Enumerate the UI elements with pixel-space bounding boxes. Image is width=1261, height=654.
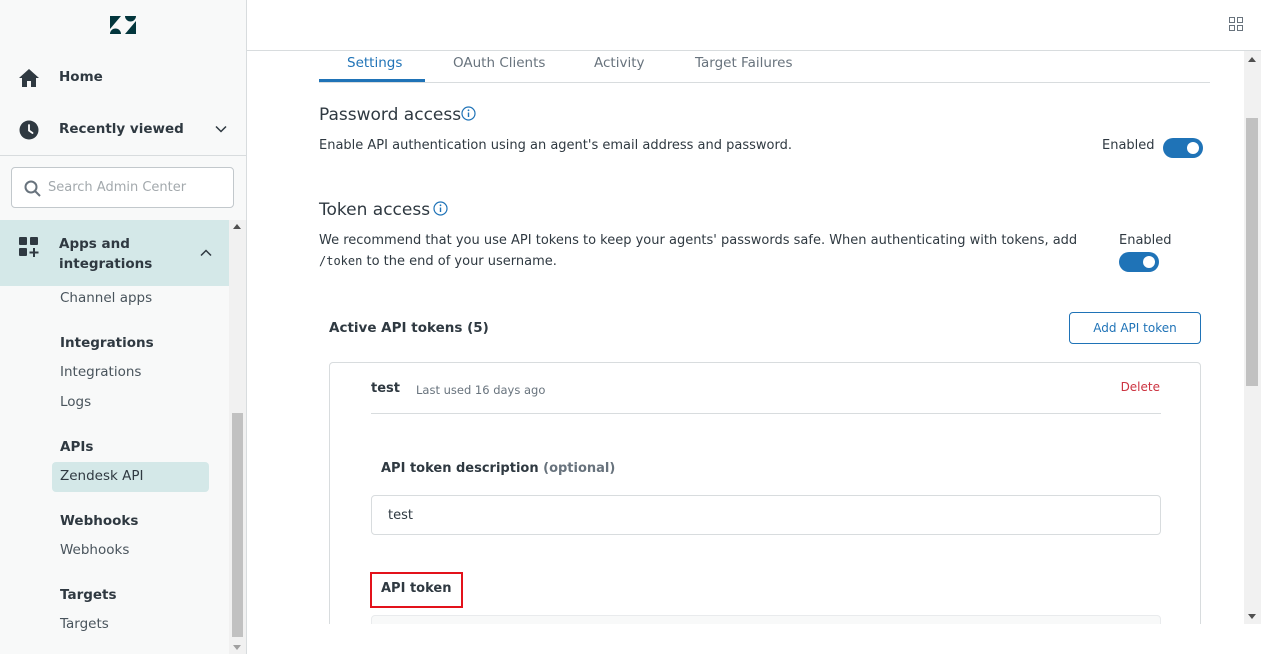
apps-icon — [19, 237, 39, 257]
password-access-title: Password access — [319, 105, 462, 125]
password-access-status: Enabled — [1102, 138, 1155, 153]
sidebar-scrollbar[interactable] — [229, 220, 246, 654]
api-token-card: test Last used 16 days ago Delete API to… — [329, 362, 1201, 624]
delete-token-link[interactable]: Delete — [1121, 380, 1160, 394]
nav-home[interactable]: Home — [0, 57, 246, 97]
nav-apps-and-integrations-label: Apps and integrations — [59, 236, 153, 272]
api-token-value-field[interactable] — [371, 615, 1161, 624]
token-access-description-post: to the end of your username. — [362, 254, 557, 269]
sidebar-divider — [0, 155, 246, 156]
search-admin-center[interactable] — [11, 167, 234, 208]
tab-oauth-clients[interactable]: OAuth Clients — [453, 55, 545, 71]
token-description-label: API token description (optional) — [381, 461, 615, 476]
sidebar-item-channel-apps[interactable]: Channel apps — [60, 290, 152, 306]
nav-home-label: Home — [59, 69, 103, 85]
sidebar-heading-webhooks: Webhooks — [60, 513, 139, 529]
main-content: Settings OAuth Clients Activity Target F… — [247, 51, 1244, 624]
sidebar-item-zendesk-api-label: Zendesk API — [60, 468, 144, 484]
scrollbar-thumb[interactable] — [232, 413, 243, 637]
toggle-knob — [1187, 142, 1199, 154]
info-icon[interactable] — [433, 201, 448, 216]
tab-settings[interactable]: Settings — [347, 55, 402, 71]
search-icon — [24, 180, 41, 197]
sidebar-item-targets[interactable]: Targets — [60, 616, 109, 632]
sidebar-item-webhooks[interactable]: Webhooks — [60, 542, 129, 558]
toggle-knob — [1143, 256, 1155, 268]
sidebar-heading-integrations: Integrations — [60, 335, 154, 351]
sidebar-heading-apis: APIs — [60, 439, 94, 455]
nav-recently-viewed[interactable]: Recently viewed — [0, 109, 246, 149]
token-access-toggle[interactable] — [1119, 252, 1159, 272]
token-card-divider — [371, 413, 1161, 414]
api-token-label: API token — [381, 581, 452, 596]
nav-recently-viewed-label: Recently viewed — [59, 121, 184, 137]
chevron-down-icon[interactable] — [214, 122, 228, 136]
home-icon — [19, 69, 39, 87]
password-access-description: Enable API authentication using an agent… — [319, 138, 792, 153]
search-input[interactable] — [48, 168, 228, 207]
sidebar-item-zendesk-api[interactable]: Zendesk API — [52, 462, 209, 492]
token-access-title: Token access — [319, 200, 431, 220]
active-api-tokens-title: Active API tokens (5) — [329, 320, 489, 336]
sidebar-heading-targets: Targets — [60, 587, 117, 603]
scroll-up-arrow[interactable] — [1248, 57, 1256, 62]
token-description-input[interactable] — [371, 495, 1161, 535]
info-icon[interactable] — [461, 106, 476, 121]
tab-list: Settings OAuth Clients Activity Target F… — [319, 51, 1210, 83]
optional-hint: (optional) — [543, 461, 616, 476]
sidebar-item-logs[interactable]: Logs — [60, 394, 91, 410]
scrollbar-thumb[interactable] — [1246, 118, 1258, 386]
token-description-label-text: API token description — [381, 461, 539, 476]
nav-apps-and-integrations[interactable]: Apps and integrations — [0, 220, 229, 286]
token-access-description-pre: We recommend that you use API tokens to … — [319, 233, 1078, 248]
sidebar-item-integrations[interactable]: Integrations — [60, 364, 141, 380]
token-access-status: Enabled — [1119, 233, 1172, 248]
password-access-toggle[interactable] — [1163, 138, 1203, 158]
chevron-up-icon[interactable] — [199, 246, 213, 260]
add-api-token-button[interactable]: Add API token — [1069, 312, 1201, 344]
token-last-used: Last used 16 days ago — [416, 383, 546, 397]
tab-target-failures[interactable]: Target Failures — [695, 55, 793, 71]
active-tab-indicator — [319, 79, 425, 82]
scroll-up-arrow[interactable] — [233, 224, 241, 229]
token-suffix-code: /token — [319, 254, 363, 268]
product-tray-icon[interactable] — [1229, 17, 1243, 31]
scroll-down-arrow[interactable] — [233, 645, 241, 650]
zendesk-logo[interactable] — [108, 13, 138, 37]
tab-activity[interactable]: Activity — [594, 55, 645, 71]
clock-icon — [19, 120, 39, 140]
token-name: test — [371, 381, 400, 396]
main-scrollbar[interactable] — [1244, 51, 1261, 624]
scroll-down-arrow[interactable] — [1248, 614, 1256, 619]
sidebar: Home Recently viewed Apps and integratio… — [0, 0, 247, 654]
top-bar — [247, 0, 1261, 51]
token-access-description: We recommend that you use API tokens to … — [319, 230, 1109, 272]
